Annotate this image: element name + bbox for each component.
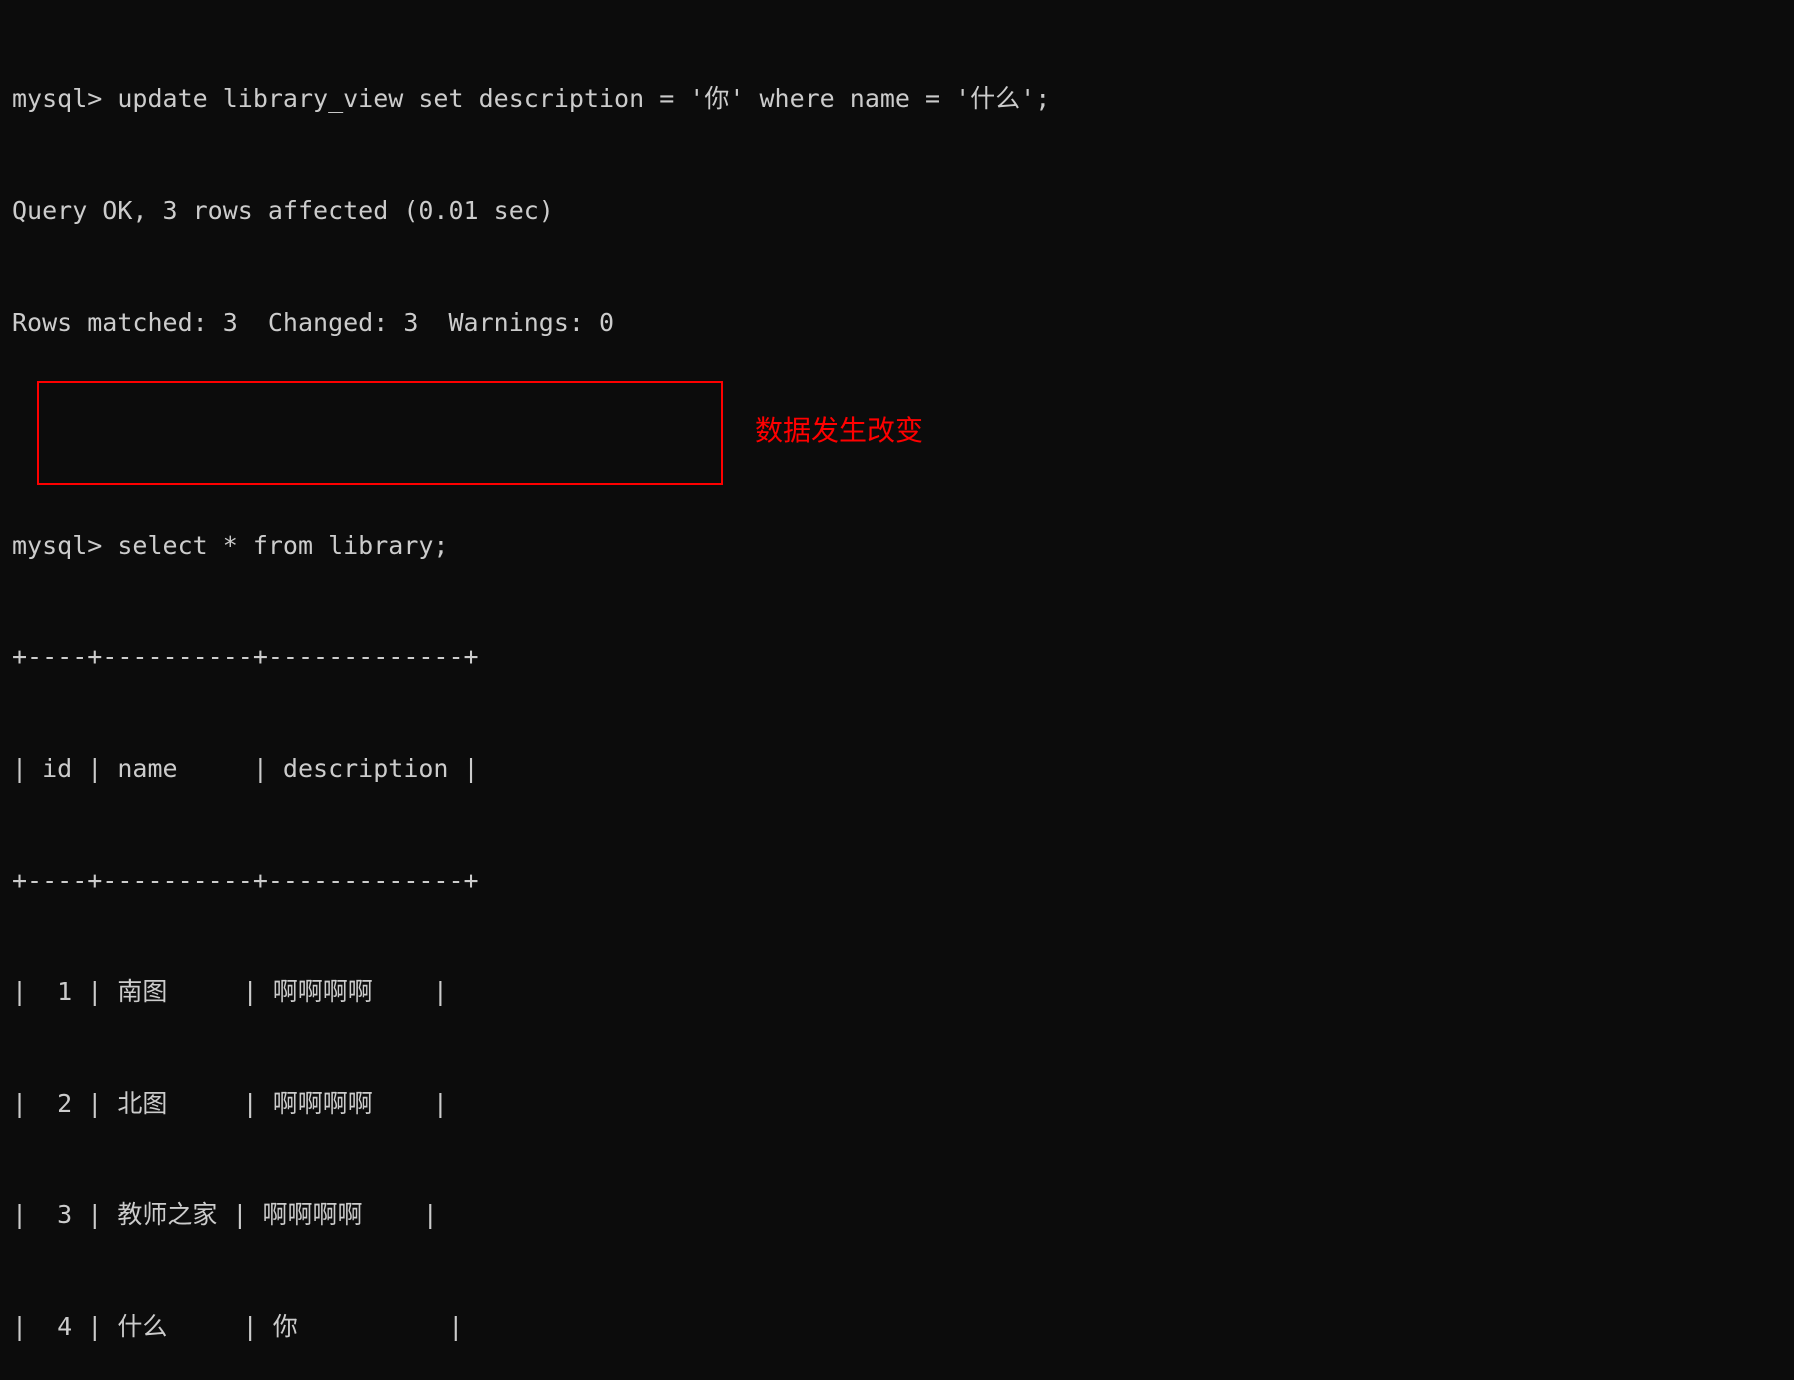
- annotation-label: 数据发生改变: [755, 414, 924, 447]
- table-separator-header: +----+----------+-------------+: [12, 865, 479, 895]
- terminal-line-update-result: Query OK, 3 rows affected (0.01 sec): [12, 196, 554, 226]
- terminal-line-update-query: mysql> update library_view set descripti…: [12, 84, 1051, 114]
- table-header-row: | id | name | description |: [12, 754, 479, 784]
- table-separator-top: +----+----------+-------------+: [12, 642, 479, 672]
- table-row: | 3 | 教师之家 | 啊啊啊啊 |: [12, 1200, 438, 1230]
- table-row: | 2 | 北图 | 啊啊啊啊 |: [12, 1088, 448, 1118]
- terminal-output: mysql> update library_view set descripti…: [12, 6, 1050, 1380]
- terminal-line-update-summary: Rows matched: 3 Changed: 3 Warnings: 0: [12, 307, 615, 337]
- table-row: | 4 | 什么 | 你 |: [12, 1312, 464, 1342]
- terminal-window[interactable]: mysql> update library_view set descripti…: [0, 0, 1794, 1341]
- table-row: | 1 | 南图 | 啊啊啊啊 |: [12, 977, 448, 1007]
- terminal-line-select-query: mysql> select * from library;: [12, 530, 449, 560]
